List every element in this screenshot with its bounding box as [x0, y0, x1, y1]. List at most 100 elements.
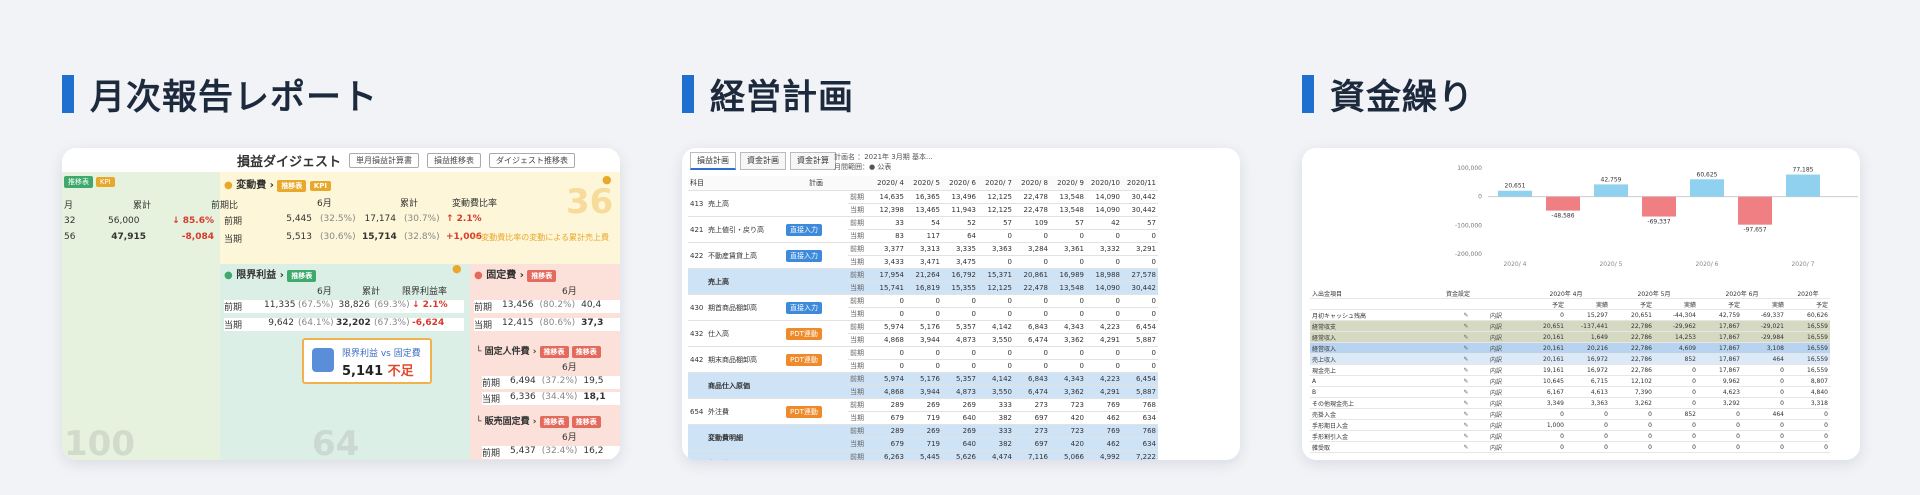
edit-icon[interactable]: ✎ — [1444, 375, 1488, 387]
plan-cell[interactable]: 0 — [978, 229, 1014, 243]
cashflow-cell[interactable]: 16,972 — [1566, 353, 1610, 365]
col-month[interactable]: 2020/ 9 — [1050, 176, 1086, 191]
plan-cell[interactable]: 4,873 — [942, 385, 978, 399]
plan-cell[interactable]: 0 — [1014, 229, 1050, 243]
edit-icon[interactable]: ✎ — [1444, 309, 1488, 321]
plan-cell[interactable]: 3,550 — [978, 385, 1014, 399]
plan-cell[interactable]: 0 — [870, 346, 906, 360]
cashflow-cell[interactable]: 22,786 — [1610, 364, 1654, 376]
plan-cell[interactable]: 333 — [978, 424, 1014, 438]
col-month[interactable]: 2020/ 8 — [1014, 176, 1050, 191]
plan-cell[interactable]: 16,989 — [1050, 268, 1086, 282]
plan-cell[interactable]: 0 — [1122, 255, 1158, 269]
input-type-tag[interactable]: 直接入力 — [786, 301, 822, 314]
plan-cell[interactable]: 17,954 — [870, 268, 906, 282]
cashflow-cell[interactable]: 3,318 — [1786, 397, 1830, 409]
digest-trend-button[interactable]: ダイジェスト推移表 — [489, 152, 575, 168]
plan-cell[interactable]: 679 — [870, 437, 906, 451]
plan-cell[interactable]: 14,090 — [1086, 281, 1122, 295]
breakdown-label[interactable]: 内訳 — [1490, 368, 1502, 375]
cashflow-cell[interactable]: 0 — [1654, 364, 1698, 376]
plan-cell[interactable]: 0 — [1014, 307, 1050, 321]
edit-icon[interactable]: ✎ — [1444, 331, 1488, 343]
breakdown-link[interactable]: 内訳 — [1488, 397, 1522, 409]
trend-tag[interactable]: 推移表 — [571, 346, 601, 358]
plan-cell[interactable]: 769 — [1086, 424, 1122, 438]
plan-cell[interactable]: 83 — [870, 229, 906, 243]
plan-cell[interactable]: 15,371 — [978, 268, 1014, 282]
plan-cell[interactable]: 0 — [942, 307, 978, 321]
cashflow-cell[interactable]: 15,297 — [1566, 309, 1610, 321]
plan-cell[interactable]: 0 — [1086, 255, 1122, 269]
plan-cell[interactable]: 4,142 — [978, 320, 1014, 334]
plan-cell[interactable]: 4,474 — [978, 450, 1014, 460]
col-month[interactable]: 2020/11 — [1122, 176, 1158, 191]
cashflow-cell[interactable]: 0 — [1742, 419, 1786, 431]
cashflow-cell[interactable]: 3,262 — [1610, 397, 1654, 409]
plan-cell[interactable]: 0 — [1122, 294, 1158, 308]
cashflow-cell[interactable]: 464 — [1742, 408, 1786, 420]
trend-tag[interactable]: 推移表 — [64, 176, 93, 188]
cashflow-cell[interactable]: 0 — [1786, 441, 1830, 453]
plan-cell[interactable]: 4,868 — [870, 385, 906, 399]
plan-cell[interactable]: 3,332 — [1086, 242, 1122, 256]
cashflow-cell[interactable]: 20,161 — [1522, 342, 1566, 354]
plan-cell[interactable]: 0 — [1014, 255, 1050, 269]
breakdown-link[interactable]: 内訳 — [1488, 430, 1522, 442]
plan-cell[interactable]: 269 — [906, 424, 942, 438]
plan-cell[interactable]: 13,496 — [942, 190, 978, 204]
cashflow-cell[interactable]: 0 — [1698, 408, 1742, 420]
plan-cell[interactable]: 640 — [942, 437, 978, 451]
plan-cell[interactable]: 0 — [1050, 359, 1086, 373]
plan-cell[interactable]: 0 — [870, 294, 906, 308]
cashflow-cell[interactable]: 17,867 — [1698, 320, 1742, 332]
cashflow-cell[interactable]: 0 — [1698, 430, 1742, 442]
plan-cell[interactable]: 22,478 — [1014, 190, 1050, 204]
plan-cell[interactable]: 3,362 — [1050, 385, 1086, 399]
input-type-tag[interactable]: 直接入力 — [786, 249, 822, 262]
plan-cell[interactable]: 13,548 — [1050, 203, 1086, 217]
cashflow-bar[interactable] — [1690, 179, 1724, 197]
cashflow-cell[interactable]: 0 — [1654, 419, 1698, 431]
plan-cell[interactable]: 0 — [1122, 346, 1158, 360]
plan-cell[interactable]: 0 — [1086, 294, 1122, 308]
plan-cell[interactable]: 0 — [906, 346, 942, 360]
cashflow-cell[interactable]: -137,441 — [1566, 320, 1610, 332]
breakdown-label[interactable]: 内訳 — [1490, 335, 1502, 342]
plan-cell[interactable]: 462 — [1086, 437, 1122, 451]
plan-cell[interactable]: 0 — [1086, 359, 1122, 373]
breakdown-link[interactable]: 内訳 — [1488, 441, 1522, 453]
breakdown-link[interactable]: 内訳 — [1488, 353, 1522, 365]
cashflow-cell[interactable]: 20,161 — [1522, 331, 1566, 343]
plan-cell[interactable]: 6,454 — [1122, 372, 1158, 386]
plan-cell[interactable]: 333 — [978, 398, 1014, 412]
plan-cell[interactable]: 109 — [1014, 216, 1050, 230]
plan-cell[interactable]: 14,090 — [1086, 203, 1122, 217]
plan-cell[interactable]: 13,548 — [1050, 281, 1086, 295]
plan-cell[interactable]: 3,433 — [870, 255, 906, 269]
cashflow-cell[interactable]: -29,021 — [1742, 320, 1786, 332]
cashflow-cell[interactable]: -29,962 — [1654, 320, 1698, 332]
cashflow-cell[interactable]: 60,626 — [1786, 309, 1830, 321]
plan-cell[interactable]: 269 — [906, 398, 942, 412]
cashflow-cell[interactable]: 42,759 — [1698, 309, 1742, 321]
plan-cell[interactable]: 719 — [906, 411, 942, 425]
cashflow-cell[interactable]: 0 — [1610, 441, 1654, 453]
trend-tag[interactable]: 推移表 — [539, 346, 569, 358]
cashflow-cell[interactable]: 20,216 — [1566, 342, 1610, 354]
plan-cell[interactable]: 0 — [978, 255, 1014, 269]
cashflow-cell[interactable]: 19,161 — [1522, 364, 1566, 376]
cashflow-cell[interactable]: 16,559 — [1786, 342, 1830, 354]
col-month[interactable]: 2020/ 6 — [942, 176, 978, 191]
plan-cell[interactable]: 4,873 — [942, 333, 978, 347]
col-month[interactable]: 2020/ 4 — [870, 176, 906, 191]
cashflow-cell[interactable]: -44,304 — [1654, 309, 1698, 321]
plan-cell[interactable]: 16,819 — [906, 281, 942, 295]
plan-cell[interactable]: 640 — [942, 411, 978, 425]
plan-cell[interactable]: 0 — [906, 359, 942, 373]
cashflow-cell[interactable]: 16,559 — [1786, 364, 1830, 376]
cashflow-cell[interactable]: 0 — [1610, 419, 1654, 431]
breakdown-label[interactable]: 内訳 — [1490, 313, 1502, 320]
plan-cell[interactable]: 269 — [942, 398, 978, 412]
breakdown-link[interactable]: 内訳 — [1488, 320, 1522, 332]
